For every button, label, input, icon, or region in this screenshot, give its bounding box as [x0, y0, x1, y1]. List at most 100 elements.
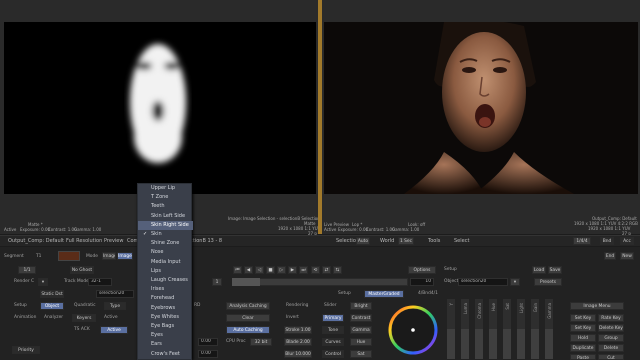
menu-item[interactable]: Forehead: [138, 294, 193, 303]
loop-icon[interactable]: ⟲: [311, 266, 320, 274]
menu-item[interactable]: Lips: [138, 267, 193, 276]
paste-button[interactable]: Paste: [570, 354, 596, 360]
rendering-blur[interactable]: Blur 10.000: [284, 350, 312, 358]
tab-output-comp[interactable]: Output_Comp: Default: [8, 238, 64, 244]
step-back-icon[interactable]: ◀: [244, 266, 253, 274]
clear-button[interactable]: Clear: [226, 314, 270, 322]
object-tab[interactable]: Object: [40, 302, 64, 310]
vertical-slider[interactable]: Sat: [502, 298, 512, 360]
presets-dropdown[interactable]: Presets: [534, 278, 562, 286]
vertical-slider[interactable]: Light: [516, 298, 526, 360]
static-dst-dropdown[interactable]: Static Dst: [40, 290, 64, 298]
menu-item[interactable]: Skin: [138, 230, 193, 239]
tools-value[interactable]: Select: [454, 238, 469, 244]
cpu-bit-dropdown[interactable]: 32 bit: [250, 338, 272, 346]
vertical-slider[interactable]: Chroma: [474, 298, 484, 360]
bright-button[interactable]: Bright: [350, 302, 372, 310]
group-button[interactable]: Group: [598, 334, 624, 342]
menu-item[interactable]: Skin Left Side: [138, 212, 193, 221]
analysis-caching-button[interactable]: Analysis Caching: [226, 302, 270, 310]
next-object-button[interactable]: ▾: [510, 278, 520, 286]
set-key-button-1[interactable]: Set Key: [570, 314, 596, 322]
end-button[interactable]: End: [604, 252, 616, 260]
color-wheel[interactable]: [387, 304, 439, 356]
menu-item[interactable]: Laugh Creases: [138, 276, 193, 285]
page-indicator[interactable]: 1/1: [18, 266, 36, 274]
world-dropdown[interactable]: 1 Sec: [398, 237, 414, 245]
rendering-stroke[interactable]: Stroke 1.00: [284, 326, 312, 334]
mode-dropdown[interactable]: Image: [102, 252, 116, 260]
rate-key-button[interactable]: Rate Key: [598, 314, 624, 322]
go-start-icon[interactable]: ⏮: [233, 266, 242, 274]
delete-button[interactable]: Delete: [598, 344, 624, 352]
active-toggle[interactable]: Active: [100, 326, 128, 334]
stop-icon[interactable]: ■: [266, 266, 275, 274]
control-button[interactable]: Control: [322, 350, 344, 358]
vertical-slider[interactable]: Gain: [530, 298, 540, 360]
tone-button[interactable]: Tone: [322, 326, 344, 334]
menu-item[interactable]: T Zone: [138, 193, 193, 202]
menu-item[interactable]: Upper Lip: [138, 184, 193, 193]
viewer-ratio-dropdown[interactable]: 1/4/4: [573, 237, 591, 245]
frame-number-field[interactable]: 10: [410, 278, 434, 286]
menu-item[interactable]: Nose: [138, 248, 193, 257]
frame-left-tag[interactable]: 1: [212, 278, 222, 286]
priority-dropdown[interactable]: Priority: [12, 346, 40, 354]
render-dropdown[interactable]: ▾: [38, 278, 48, 286]
right-viewer[interactable]: Live Preview Active Exposure: 0.00 Contr…: [322, 0, 640, 236]
viewer-bnd-field[interactable]: Bnd: [600, 237, 614, 245]
rendering-blade[interactable]: Blade 2.00: [284, 338, 312, 346]
menu-item[interactable]: Irises: [138, 285, 193, 294]
clip-thumbnail[interactable]: [58, 251, 80, 261]
tab-full-resolution[interactable]: Full Resolution: [66, 238, 102, 244]
vertical-slider[interactable]: Gamma: [544, 298, 554, 360]
menu-item[interactable]: Teeth: [138, 202, 193, 211]
set-key-button-2[interactable]: Set Key: [570, 324, 596, 332]
track-mode-field[interactable]: 32-1: [88, 278, 112, 286]
selection-name-field[interactable]: selection20: [96, 290, 134, 298]
curves-button[interactable]: Curves: [322, 338, 344, 346]
go-end-icon[interactable]: ⏭: [299, 266, 308, 274]
image-tab-button[interactable]: Image: [117, 252, 133, 260]
tab-preview[interactable]: Preview: [104, 238, 123, 244]
master-graded-tab[interactable]: MasterGraded: [364, 290, 404, 298]
load-button[interactable]: Load: [532, 266, 546, 274]
prev-frame-icon[interactable]: ◁: [255, 266, 264, 274]
menu-item[interactable]: Eye Whites: [138, 313, 193, 322]
hue-button[interactable]: Hue: [350, 338, 372, 346]
sync-icon[interactable]: ⇆: [333, 266, 342, 274]
menu-item[interactable]: Eyes: [138, 331, 193, 340]
keyers-dropdown[interactable]: Keyers: [72, 314, 96, 322]
auto-caching-toggle[interactable]: Auto Caching: [226, 326, 270, 334]
cut-button[interactable]: Cut: [598, 354, 624, 360]
vertical-slider[interactable]: Y: [446, 298, 456, 360]
menu-item[interactable]: Skin Right Side: [138, 220, 193, 230]
sat-button[interactable]: Sat: [350, 350, 372, 358]
vertical-slider[interactable]: Luma: [460, 298, 470, 360]
value-field-2[interactable]: 0.00: [198, 350, 218, 358]
value-field-1[interactable]: 0.00: [198, 338, 218, 346]
menu-item[interactable]: Media Input: [138, 258, 193, 267]
object-name-field[interactable]: selection20: [458, 278, 508, 286]
new-button[interactable]: New: [620, 252, 634, 260]
delete-key-button[interactable]: Delete Key: [598, 324, 624, 332]
menu-item[interactable]: Crow's Feet: [138, 350, 193, 359]
viewer-acc-field[interactable]: Acc: [620, 237, 634, 245]
vertical-slider[interactable]: Hue: [488, 298, 498, 360]
gamma-button[interactable]: Gamma: [350, 326, 372, 334]
menu-item[interactable]: Eyebrows: [138, 304, 193, 313]
selection-mode-dropdown[interactable]: Auto: [356, 237, 370, 245]
bounce-icon[interactable]: ⇄: [322, 266, 331, 274]
play-icon[interactable]: ▶: [288, 266, 297, 274]
color-wheel-puck[interactable]: [411, 328, 415, 332]
no-ghost-dropdown[interactable]: No Ghost: [70, 266, 94, 274]
next-frame-icon[interactable]: ▷: [277, 266, 286, 274]
hold-button[interactable]: Hold: [570, 334, 596, 342]
save-button[interactable]: Save: [548, 266, 562, 274]
menu-item[interactable]: Eye Bags: [138, 322, 193, 331]
menu-item[interactable]: Ears: [138, 340, 193, 349]
options-dropdown[interactable]: Options: [408, 266, 436, 274]
primary-button[interactable]: Primary: [322, 314, 344, 322]
menu-item[interactable]: Shine Zone: [138, 239, 193, 248]
image-menu-button[interactable]: Image Menu: [570, 302, 624, 310]
